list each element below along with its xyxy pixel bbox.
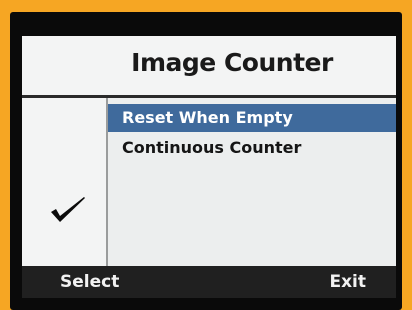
menu-header: Image Counter [22,36,396,98]
option-label: Reset When Empty [122,108,293,127]
options-list: Reset When Empty Continuous Counter [108,98,396,266]
page-title: Image Counter [131,48,333,77]
exit-softkey[interactable]: Exit [329,266,366,298]
option-continuous-counter[interactable]: Continuous Counter [108,134,396,162]
option-label: Continuous Counter [122,138,302,157]
check-column [22,98,108,266]
softkey-bar: Select Exit [22,266,396,298]
option-reset-when-empty[interactable]: Reset When Empty [108,104,396,132]
checkmark-icon [51,197,85,222]
select-softkey[interactable]: Select [60,266,119,298]
camera-menu-screen: Image Counter Reset When Empty Continuou… [22,36,396,298]
